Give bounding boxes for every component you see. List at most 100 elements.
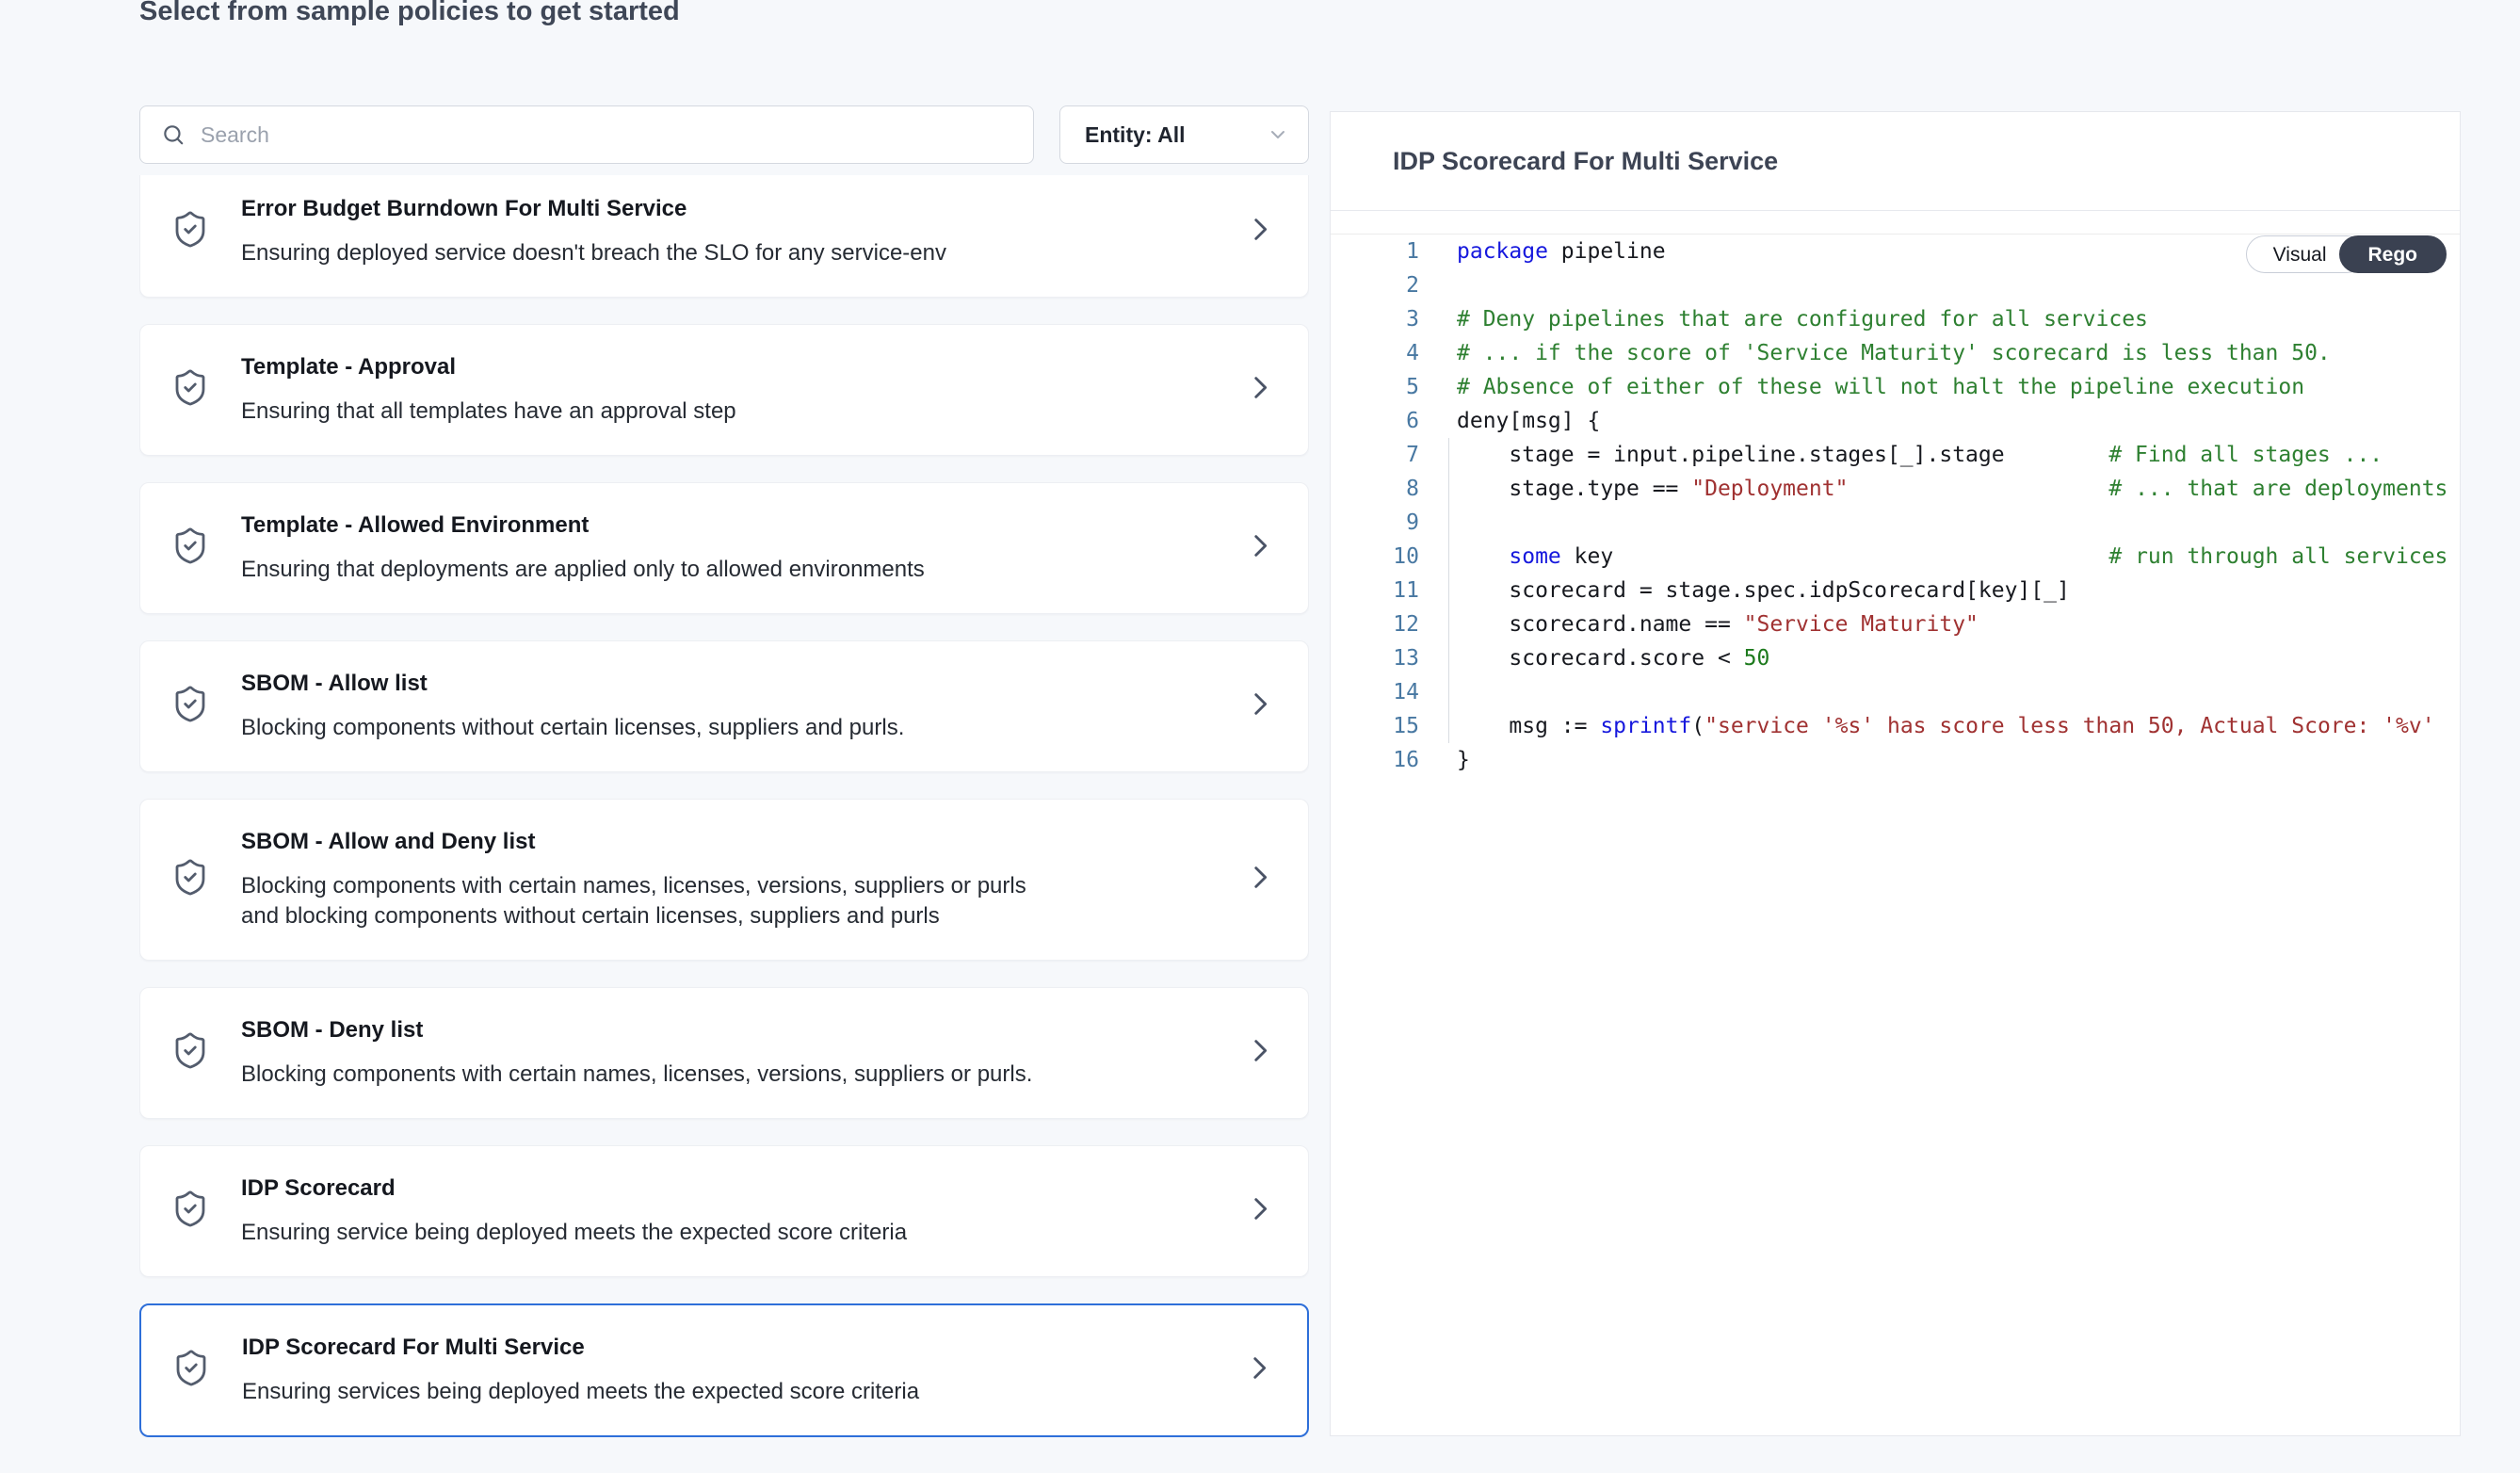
policy-description: Ensuring that deployments are applied on… bbox=[241, 555, 1062, 585]
code-text bbox=[1457, 675, 1470, 709]
code-text: scorecard = stage.spec.idpScorecard[key]… bbox=[1457, 574, 2070, 607]
code-text: scorecard.name == "Service Maturity" bbox=[1457, 607, 1979, 641]
policy-title: SBOM - Deny list bbox=[241, 1016, 1280, 1044]
line-number: 7 bbox=[1378, 438, 1419, 472]
chevron-down-icon bbox=[1267, 123, 1289, 146]
line-number: 14 bbox=[1378, 675, 1419, 709]
line-number: 1 bbox=[1378, 235, 1419, 268]
chevron-right-icon bbox=[1244, 530, 1276, 567]
sample-policy-picker-page: Select from sample policies to get start… bbox=[0, 0, 2520, 1473]
preview-header: IDP Scorecard For Multi Service bbox=[1331, 112, 2460, 211]
code-line: 4 # ... if the score of 'Service Maturit… bbox=[1331, 336, 2460, 370]
line-number: 16 bbox=[1378, 743, 1419, 777]
code-line: 13 scorecard.score < 50 bbox=[1331, 641, 2460, 675]
code-text: some key # run through all services bbox=[1457, 540, 2447, 574]
code-line: 8 stage.type == "Deployment" # ... that … bbox=[1331, 472, 2460, 506]
search-input[interactable] bbox=[199, 121, 993, 149]
code-line: 3 # Deny pipelines that are configured f… bbox=[1331, 302, 2460, 336]
policy-card[interactable]: Template - Allowed Environment Ensuring … bbox=[139, 482, 1309, 614]
policy-title: IDP Scorecard For Multi Service bbox=[242, 1334, 1279, 1362]
sample-policy-picker: Entity: All Error Budget Burndown For Mu… bbox=[139, 104, 2477, 1438]
preview-panel: IDP Scorecard For Multi Service 1 packag… bbox=[1330, 111, 2461, 1436]
chevron-right-icon bbox=[1244, 214, 1276, 251]
policy-card[interactable]: Template - Approval Ensuring that all te… bbox=[139, 324, 1309, 456]
policy-title: Template - Approval bbox=[241, 353, 1280, 381]
line-number: 9 bbox=[1378, 506, 1419, 540]
policy-title: Template - Allowed Environment bbox=[241, 511, 1280, 540]
policy-card[interactable]: Error Budget Burndown For Multi Service … bbox=[139, 175, 1309, 298]
code-line: 16 } bbox=[1331, 743, 2460, 777]
shield-check-icon bbox=[170, 526, 210, 571]
code-text bbox=[1457, 506, 1470, 540]
chevron-right-icon bbox=[1244, 862, 1276, 898]
page-title: Select from sample policies to get start… bbox=[139, 0, 680, 27]
code-line: 9 bbox=[1331, 506, 2460, 540]
policy-description: Ensuring service being deployed meets th… bbox=[241, 1218, 1062, 1248]
shield-check-icon bbox=[170, 210, 210, 254]
code-text: stage.type == "Deployment" # ... that ar… bbox=[1457, 472, 2447, 506]
line-number: 5 bbox=[1378, 370, 1419, 404]
policy-title: SBOM - Allow list bbox=[241, 670, 1280, 698]
policy-card[interactable]: IDP Scorecard Ensuring service being dep… bbox=[139, 1145, 1309, 1277]
policy-title: IDP Scorecard bbox=[241, 1174, 1280, 1203]
code-text: deny[msg] { bbox=[1457, 404, 1600, 438]
code-text: # Deny pipelines that are configured for… bbox=[1457, 302, 2148, 336]
line-number: 3 bbox=[1378, 302, 1419, 336]
line-number: 13 bbox=[1378, 641, 1419, 675]
code-text: scorecard.score < 50 bbox=[1457, 641, 1769, 675]
policy-description: Ensuring services being deployed meets t… bbox=[242, 1377, 1063, 1407]
line-number: 4 bbox=[1378, 336, 1419, 370]
line-number: 2 bbox=[1378, 268, 1419, 302]
policy-card[interactable]: IDP Scorecard For Multi Service Ensuring… bbox=[139, 1303, 1309, 1437]
shield-check-icon bbox=[170, 1190, 210, 1234]
code-editor[interactable]: 1 package pipeline 2 3 # Deny pipelines … bbox=[1331, 234, 2460, 1436]
rego-toggle-button[interactable]: Rego bbox=[2339, 235, 2447, 273]
shield-check-icon bbox=[171, 1349, 211, 1393]
policy-description: Blocking components with certain names, … bbox=[241, 871, 1062, 931]
code-text: msg := sprintf("service '%s' has score l… bbox=[1457, 709, 2435, 743]
code-text: # ... if the score of 'Service Maturity'… bbox=[1457, 336, 2331, 370]
search-icon bbox=[161, 122, 186, 147]
view-toggle: Visual Rego bbox=[2246, 235, 2447, 273]
code-line: 14 bbox=[1331, 675, 2460, 709]
policy-card[interactable]: SBOM - Deny list Blocking components wit… bbox=[139, 987, 1309, 1119]
chevron-right-icon bbox=[1244, 1193, 1276, 1230]
code-line: 12 scorecard.name == "Service Maturity" bbox=[1331, 607, 2460, 641]
entity-filter-dropdown[interactable]: Entity: All bbox=[1059, 105, 1309, 164]
search-box[interactable] bbox=[139, 105, 1034, 164]
chevron-right-icon bbox=[1244, 372, 1276, 409]
shield-check-icon bbox=[170, 1031, 210, 1076]
code-text: } bbox=[1457, 743, 1470, 777]
chevron-right-icon bbox=[1244, 1035, 1276, 1072]
policy-list[interactable]: Error Budget Burndown For Multi Service … bbox=[139, 175, 1309, 1437]
line-number: 12 bbox=[1378, 607, 1419, 641]
shield-check-icon bbox=[170, 685, 210, 729]
code-line: 15 msg := sprintf("service '%s' has scor… bbox=[1331, 709, 2460, 743]
code-text: package pipeline bbox=[1457, 235, 1666, 268]
preview-title: IDP Scorecard For Multi Service bbox=[1393, 147, 1778, 176]
policy-description: Ensuring that all templates have an appr… bbox=[241, 397, 1062, 427]
code-line: 5 # Absence of either of these will not … bbox=[1331, 370, 2460, 404]
chevron-right-icon bbox=[1244, 688, 1276, 725]
entity-filter-label: Entity: All bbox=[1085, 122, 1185, 148]
shield-check-icon bbox=[170, 368, 210, 413]
policy-card[interactable]: SBOM - Allow and Deny list Blocking comp… bbox=[139, 799, 1309, 961]
code-line: 7 stage = input.pipeline.stages[_].stage… bbox=[1331, 438, 2460, 472]
line-number: 10 bbox=[1378, 540, 1419, 574]
line-number: 8 bbox=[1378, 472, 1419, 506]
policy-title: SBOM - Allow and Deny list bbox=[241, 828, 1280, 856]
code-text bbox=[1457, 268, 1470, 302]
code-line: 6 deny[msg] { bbox=[1331, 404, 2460, 438]
code-line: 11 scorecard = stage.spec.idpScorecard[k… bbox=[1331, 574, 2460, 607]
code-line: 10 some key # run through all services bbox=[1331, 540, 2460, 574]
code-gap bbox=[1331, 211, 2460, 234]
policy-description: Blocking components with certain names, … bbox=[241, 1060, 1062, 1090]
shield-check-icon bbox=[170, 858, 210, 902]
policy-description: Blocking components without certain lice… bbox=[241, 713, 1062, 743]
line-number: 15 bbox=[1378, 709, 1419, 743]
line-number: 11 bbox=[1378, 574, 1419, 607]
code-text: stage = input.pipeline.stages[_].stage #… bbox=[1457, 438, 2383, 472]
policy-card[interactable]: SBOM - Allow list Blocking components wi… bbox=[139, 640, 1309, 772]
code-text: # Absence of either of these will not ha… bbox=[1457, 370, 2304, 404]
policy-description: Ensuring deployed service doesn't breach… bbox=[241, 238, 1062, 268]
